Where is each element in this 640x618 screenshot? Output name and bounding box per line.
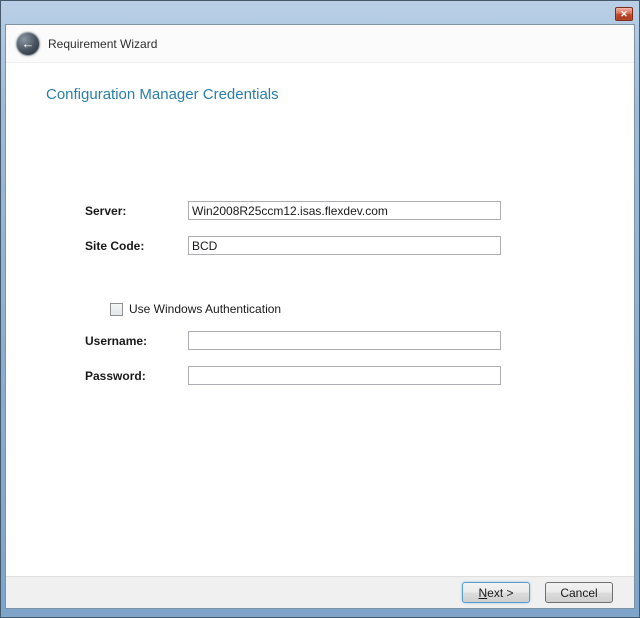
username-label: Username: bbox=[85, 334, 188, 348]
password-input[interactable] bbox=[188, 366, 501, 385]
server-row: Server: bbox=[85, 201, 501, 220]
cancel-button[interactable]: Cancel bbox=[545, 582, 613, 603]
windows-auth-checkbox[interactable] bbox=[110, 303, 123, 316]
server-input[interactable] bbox=[188, 201, 501, 220]
site-code-label: Site Code: bbox=[85, 239, 188, 253]
back-button[interactable]: ← bbox=[16, 32, 40, 56]
next-button-accel: N bbox=[478, 586, 487, 600]
wizard-title: Requirement Wizard bbox=[48, 37, 157, 51]
wizard-header: ← Requirement Wizard bbox=[6, 25, 634, 63]
server-label: Server: bbox=[85, 204, 188, 218]
windows-auth-row: Use Windows Authentication bbox=[110, 302, 281, 316]
password-label: Password: bbox=[85, 369, 188, 383]
next-button-label: ext > bbox=[487, 586, 513, 600]
username-row: Username: bbox=[85, 331, 501, 350]
button-bar: Next > Cancel bbox=[6, 576, 634, 608]
site-code-input[interactable] bbox=[188, 236, 501, 255]
page-title: Configuration Manager Credentials bbox=[46, 86, 279, 103]
password-row: Password: bbox=[85, 366, 501, 385]
wizard-client-area: ← Requirement Wizard Configuration Manag… bbox=[5, 24, 635, 609]
username-input[interactable] bbox=[188, 331, 501, 350]
site-code-row: Site Code: bbox=[85, 236, 501, 255]
wizard-window: ✕ ← Requirement Wizard Configuration Man… bbox=[0, 0, 640, 618]
windows-auth-label: Use Windows Authentication bbox=[129, 302, 281, 316]
close-icon[interactable]: ✕ bbox=[615, 7, 633, 21]
next-button[interactable]: Next > bbox=[462, 582, 530, 603]
